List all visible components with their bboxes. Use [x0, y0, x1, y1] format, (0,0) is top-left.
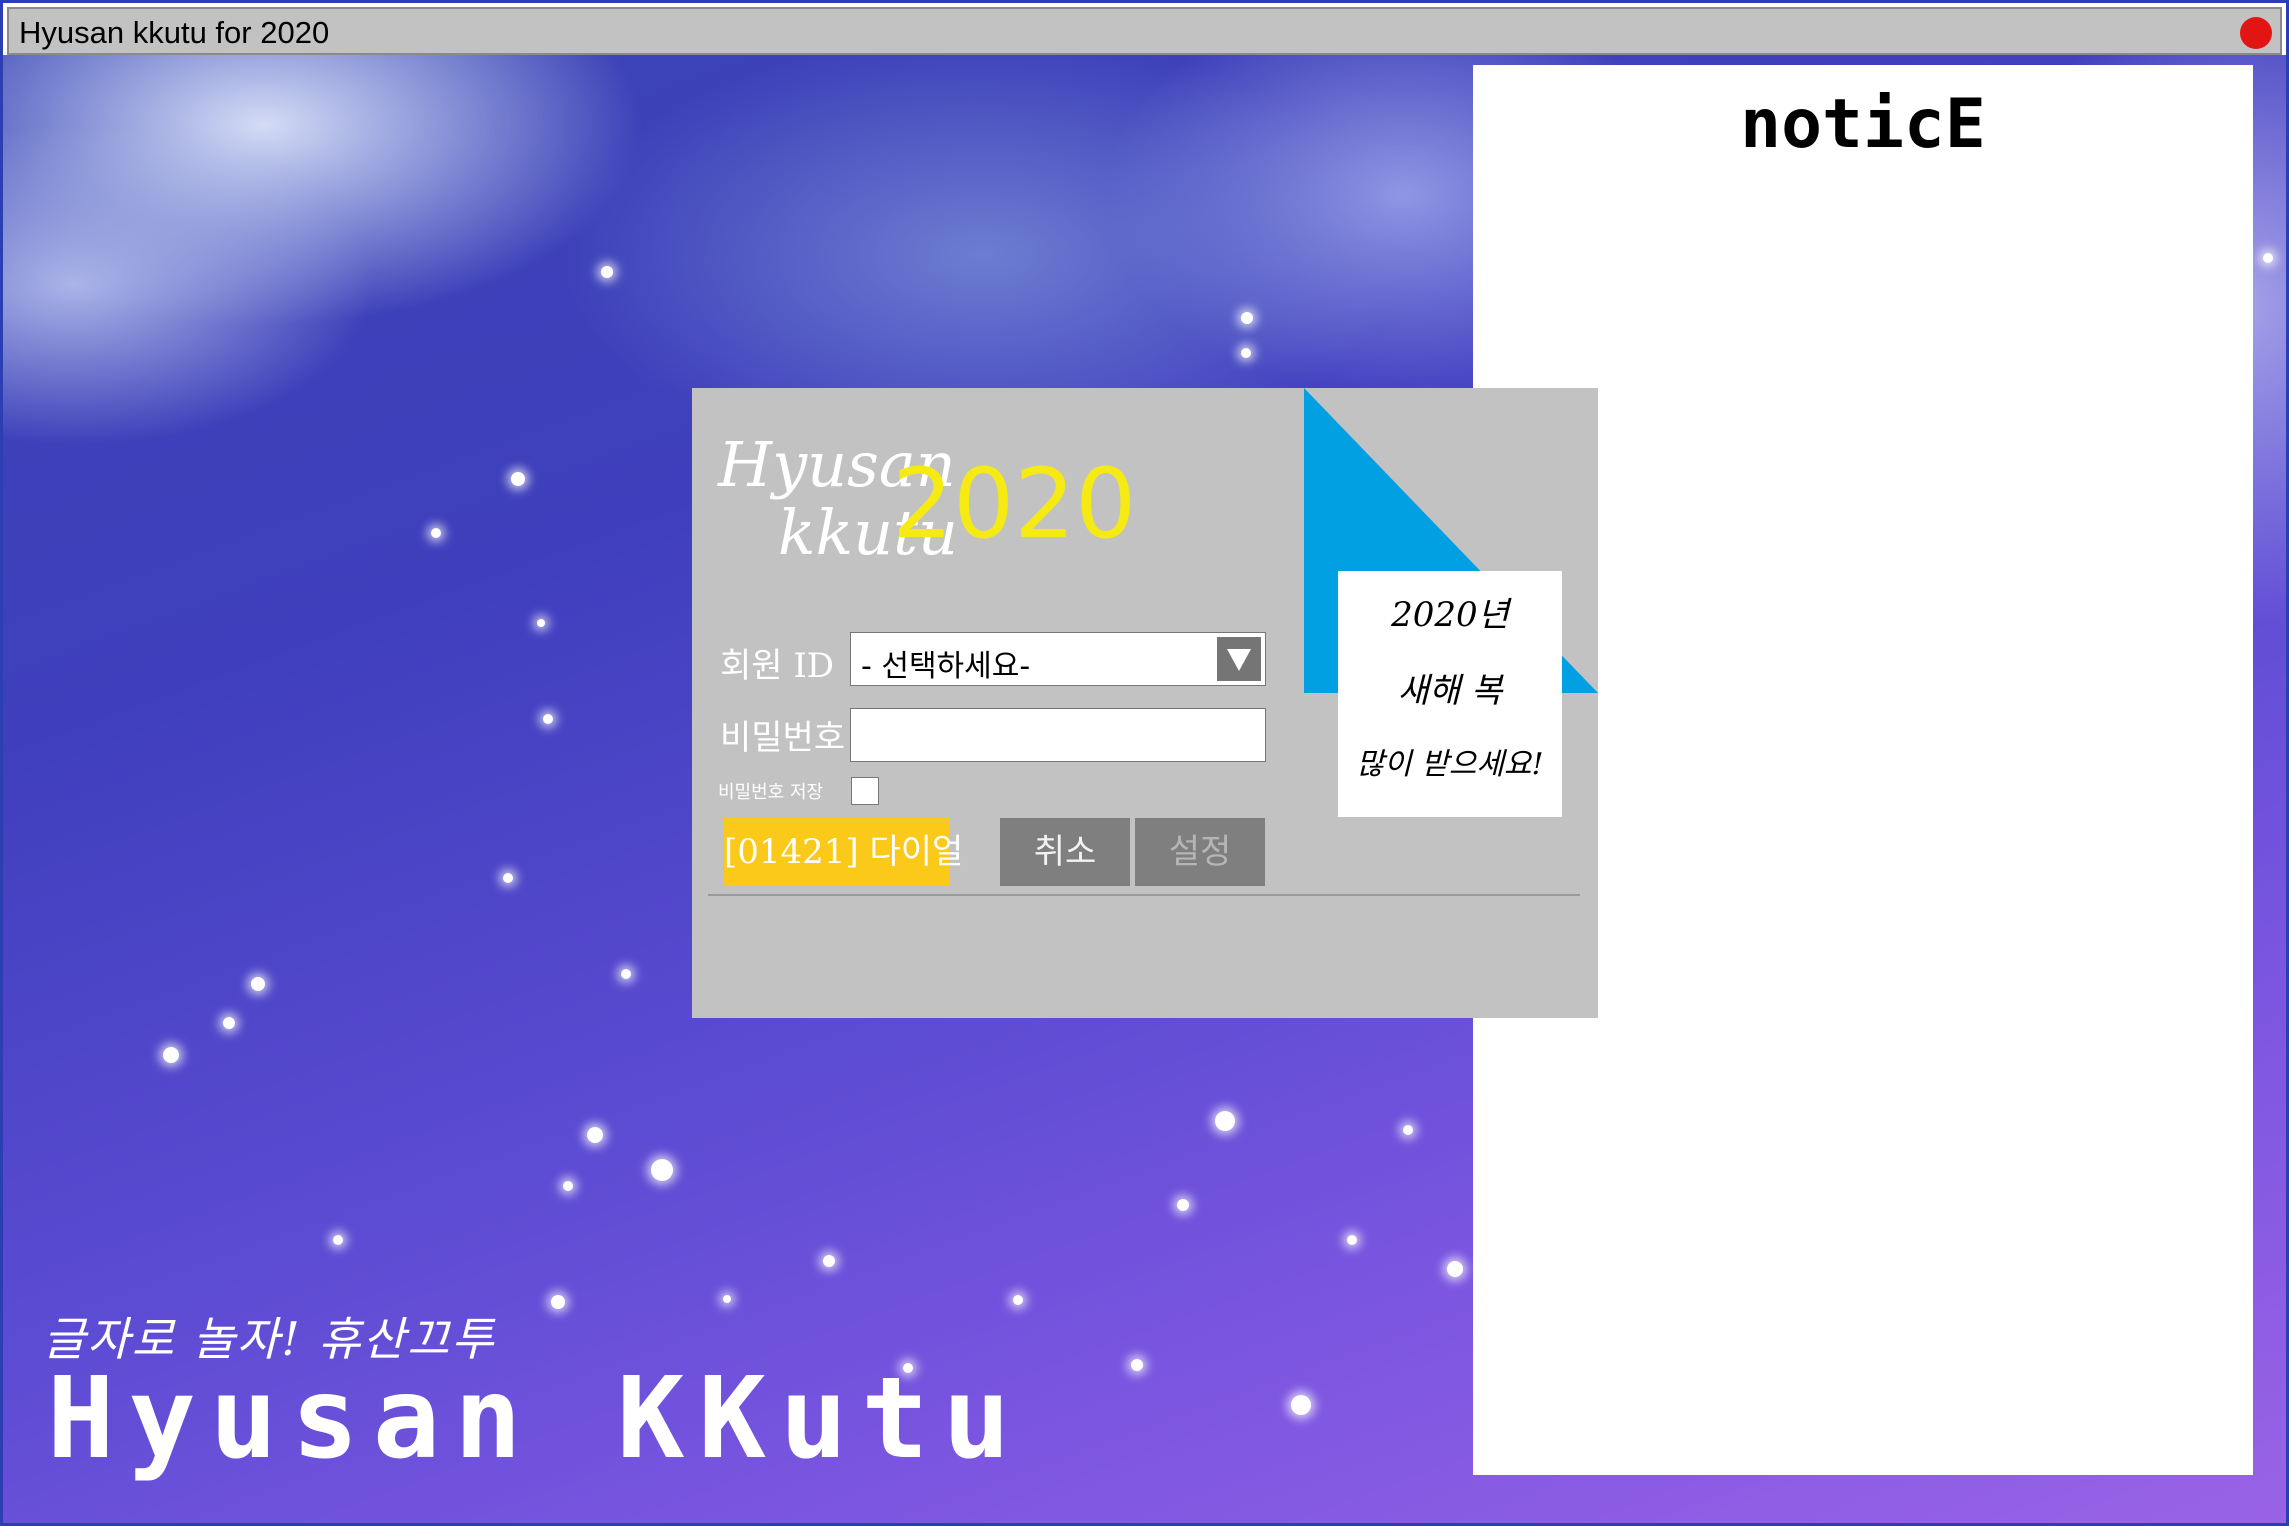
star [563, 1181, 573, 1191]
star [1291, 1395, 1311, 1415]
star [1403, 1125, 1413, 1135]
hyusan-kkutu-logo: Hyusan KKutu [47, 1354, 1025, 1484]
star [823, 1255, 835, 1267]
star [511, 472, 525, 486]
star [543, 714, 553, 724]
window-title: Hyusan kkutu for 2020 [19, 15, 330, 50]
star [723, 1295, 731, 1303]
star [1447, 1261, 1463, 1277]
member-id-selected-value: - 선택하세요- [861, 649, 1031, 684]
login-dialog: Hyusan kkutu 2020 회원 ID - 선택하세요- 비밀번호 비밀… [692, 388, 1598, 1018]
save-password-checkbox[interactable] [851, 777, 879, 805]
star [587, 1127, 603, 1143]
save-password-label: 비밀번호 저장 [718, 782, 824, 803]
password-input[interactable] [850, 708, 1266, 762]
star [223, 1017, 235, 1029]
star [163, 1047, 179, 1063]
star [537, 619, 545, 627]
star [1215, 1111, 1235, 1131]
star [2263, 253, 2273, 263]
greeting-line2: 새해 복 [1397, 671, 1503, 711]
star [1241, 312, 1253, 324]
notice-title: noticE [1740, 85, 1986, 164]
star [251, 977, 265, 991]
star [1013, 1295, 1023, 1305]
greeting-line1: 2020년 [1391, 595, 1509, 635]
new-year-greeting-card: 2020년 새해 복 많이 받으세요! [1338, 571, 1562, 817]
star [1131, 1359, 1143, 1371]
star [1347, 1235, 1357, 1245]
close-button[interactable] [2240, 17, 2272, 49]
dropdown-arrow-icon[interactable] [1217, 637, 1261, 681]
star [601, 266, 613, 278]
dialer-button[interactable]: [01421] 다이얼 [724, 818, 963, 886]
password-label: 비밀번호 [720, 718, 846, 758]
member-id-select[interactable]: - 선택하세요- [850, 632, 1266, 686]
dialog-logo-year: 2020 [892, 448, 1137, 560]
star [551, 1295, 565, 1309]
star [1177, 1199, 1189, 1211]
divider [708, 894, 1580, 896]
cancel-button[interactable]: 취소 [1000, 818, 1130, 886]
star [503, 873, 513, 883]
star [621, 969, 631, 979]
star [431, 528, 441, 538]
star [333, 1235, 343, 1245]
star [1241, 348, 1251, 358]
greeting-line3: 많이 받으세요! [1356, 747, 1544, 782]
member-id-label: 회원 ID [720, 646, 835, 686]
app-window: Hyusan kkutu for 2020 글자로 놀자! 휴산끄투 Hyusa… [0, 0, 2289, 1526]
settings-button[interactable]: 설정 [1135, 818, 1265, 886]
star [651, 1159, 673, 1181]
title-bar[interactable]: Hyusan kkutu for 2020 [7, 7, 2282, 55]
